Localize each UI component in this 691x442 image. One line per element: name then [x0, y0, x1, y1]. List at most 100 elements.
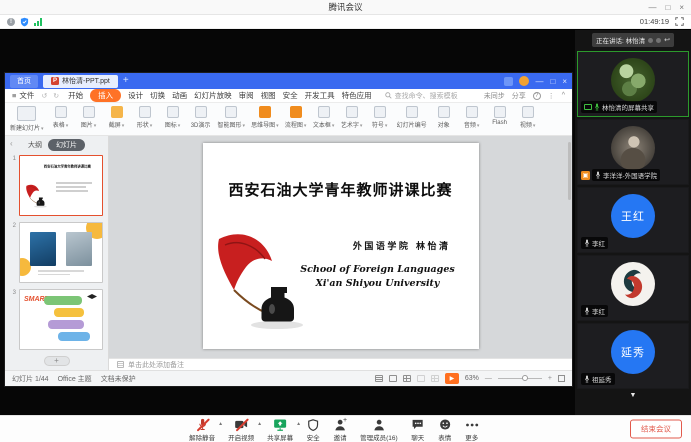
return-arrow-icon[interactable]: ↩: [664, 36, 670, 44]
protection-status[interactable]: 文档未保护: [101, 374, 136, 384]
menu-tab-slideshow[interactable]: 幻灯片放映: [194, 90, 232, 101]
scroll-participants-icon[interactable]: ▼: [576, 392, 690, 399]
editor-scrollbar[interactable]: [568, 142, 571, 200]
ribbon-button[interactable]: 流程图: [285, 106, 307, 129]
security-button[interactable]: 安全: [306, 418, 320, 442]
undo-redo-icons[interactable]: ↺ ↻: [41, 92, 61, 100]
restore-icon[interactable]: □: [665, 3, 670, 12]
banner-icon[interactable]: [648, 38, 653, 43]
tab-outline[interactable]: 大纲: [28, 140, 42, 150]
sync-status[interactable]: 未同步: [484, 91, 505, 101]
ribbon-button[interactable]: 思维导图: [251, 106, 279, 129]
more-button[interactable]: 更多: [465, 418, 479, 442]
participant-tile-sharing[interactable]: 林怡清的屏幕共享: [577, 51, 689, 117]
unmute-button[interactable]: 解除静音 ▲: [189, 418, 215, 442]
ribbon-button[interactable]: 文本框: [313, 106, 335, 129]
notes-bar[interactable]: 单击此处添加备注: [109, 358, 572, 370]
file-menu[interactable]: ≡ 文件: [12, 90, 34, 101]
fullscreen-icon[interactable]: [675, 17, 684, 26]
new-tab-button[interactable]: +: [123, 76, 129, 86]
menu-tab-devtools[interactable]: 开发工具: [305, 90, 335, 101]
fit-slide-icon[interactable]: [558, 375, 565, 382]
share-button[interactable]: 分享: [512, 91, 526, 101]
participant-tile[interactable]: 王红 李红 王红: [577, 187, 689, 253]
wps-minimize-icon[interactable]: —: [535, 77, 543, 86]
participant-tile[interactable]: ▣ 李洋洋-外国语学院: [577, 119, 689, 185]
slide-thumbnail-1[interactable]: 西安石油大学青年教师讲课比赛: [19, 155, 103, 216]
ribbon-button[interactable]: Flash: [489, 106, 511, 126]
zoom-slider[interactable]: [498, 378, 542, 379]
menu-tab-design[interactable]: 设计: [128, 90, 143, 101]
menu-tab-insert[interactable]: 插入: [90, 89, 121, 102]
collapse-ribbon-icon[interactable]: ^: [562, 92, 565, 99]
help-icon[interactable]: ?: [533, 92, 541, 100]
ribbon-button[interactable]: 表格: [50, 106, 72, 129]
menu-tab-transition[interactable]: 切换: [150, 90, 165, 101]
share-screen-button[interactable]: 共享屏幕 ▲: [267, 418, 293, 442]
ribbon-button[interactable]: 图片: [78, 106, 100, 129]
zoom-in-icon[interactable]: +: [548, 375, 552, 382]
wps-user-avatar[interactable]: [519, 76, 529, 86]
participant-tile[interactable]: 延秀 祖延秀: [577, 323, 689, 389]
share-options-caret[interactable]: ▲: [296, 421, 301, 427]
notes-view-icon[interactable]: [431, 375, 439, 382]
meeting-info-icon[interactable]: !: [7, 18, 15, 26]
menu-tab-security[interactable]: 安全: [283, 90, 298, 101]
add-slide-button[interactable]: +: [44, 356, 70, 366]
more-menu-icon[interactable]: ⋮: [548, 92, 555, 100]
graduation-cap-icon: [87, 294, 97, 299]
wps-close-icon[interactable]: ×: [562, 77, 567, 86]
invite-button[interactable]: + 邀请: [333, 418, 347, 442]
reading-view-icon[interactable]: [417, 375, 425, 382]
ribbon-button[interactable]: 视频: [517, 106, 539, 129]
wps-document-tab[interactable]: P 林怡清-PPT.ppt: [43, 75, 118, 88]
manage-members-button[interactable]: 管理成员(16): [360, 418, 398, 442]
grid-view-icon[interactable]: [403, 375, 411, 382]
slide-thumbnail-3[interactable]: SMART: [19, 289, 103, 350]
current-slide[interactable]: 西安石油大学青年教师讲课比赛 外国语学院 林怡清 School of Forei…: [203, 143, 479, 349]
zoom-out-icon[interactable]: —: [485, 375, 492, 382]
menu-tab-view[interactable]: 视图: [261, 90, 276, 101]
ribbon-button[interactable]: 形状: [134, 106, 156, 129]
wps-home-tab[interactable]: 首页: [10, 75, 38, 88]
ribbon-button[interactable]: 3D演示: [190, 106, 212, 129]
normal-view-icon[interactable]: [375, 375, 383, 382]
chat-button[interactable]: 聊天: [411, 418, 425, 442]
slide-sorter-icon[interactable]: [389, 375, 397, 382]
zoom-level[interactable]: 63%: [465, 375, 479, 382]
minimize-icon[interactable]: —: [648, 3, 656, 12]
participant-tile[interactable]: 李红: [577, 255, 689, 321]
slide-thumbnail-2[interactable]: [19, 222, 103, 283]
close-icon[interactable]: ×: [679, 3, 684, 12]
menu-tab-special[interactable]: 特色应用: [342, 90, 372, 101]
meeting-stage: 首页 P 林怡清-PPT.ppt + — □ ×: [0, 30, 691, 415]
ribbon-button[interactable]: 幻灯片编号: [397, 106, 427, 129]
ribbon-button[interactable]: 音频: [461, 106, 483, 129]
ribbon-button[interactable]: 新建幻灯片: [10, 106, 44, 132]
panel-collapse-icon[interactable]: ‹: [10, 139, 13, 148]
theme-name[interactable]: Office 主题: [58, 374, 92, 384]
meeting-duration: 01:49:19: [640, 17, 669, 26]
start-video-button[interactable]: 开启视频 ▲: [228, 418, 254, 442]
wps-restore-icon[interactable]: □: [550, 77, 555, 86]
ribbon-button[interactable]: 截屏: [106, 106, 128, 129]
emoji-button[interactable]: 表情: [438, 418, 452, 442]
end-meeting-button[interactable]: 结束会议: [630, 420, 682, 439]
ribbon-button[interactable]: 符号: [369, 106, 391, 129]
ribbon-button[interactable]: 艺术字: [341, 106, 363, 129]
camera-options-caret[interactable]: ▲: [257, 421, 262, 427]
mic-options-caret[interactable]: ▲: [218, 421, 223, 427]
menu-tab-animation[interactable]: 动画: [172, 90, 187, 101]
tab-slides[interactable]: 幻灯片: [48, 139, 85, 151]
slideshow-play-button[interactable]: ▶: [445, 373, 459, 384]
security-shield-icon[interactable]: [20, 17, 29, 27]
ribbon-button[interactable]: 图标: [162, 106, 184, 129]
zoom-slider-knob[interactable]: [522, 375, 528, 381]
menu-tab-review[interactable]: 审阅: [239, 90, 254, 101]
menu-tab-start[interactable]: 开始: [68, 90, 83, 101]
ribbon-button[interactable]: 对象: [433, 106, 455, 129]
command-search[interactable]: 查找命令、搜索模板: [385, 91, 458, 101]
participant-name: 李洋洋-外国语学院: [603, 170, 657, 180]
banner-icon[interactable]: [656, 38, 661, 43]
ribbon-button[interactable]: 智能图形: [218, 106, 246, 129]
